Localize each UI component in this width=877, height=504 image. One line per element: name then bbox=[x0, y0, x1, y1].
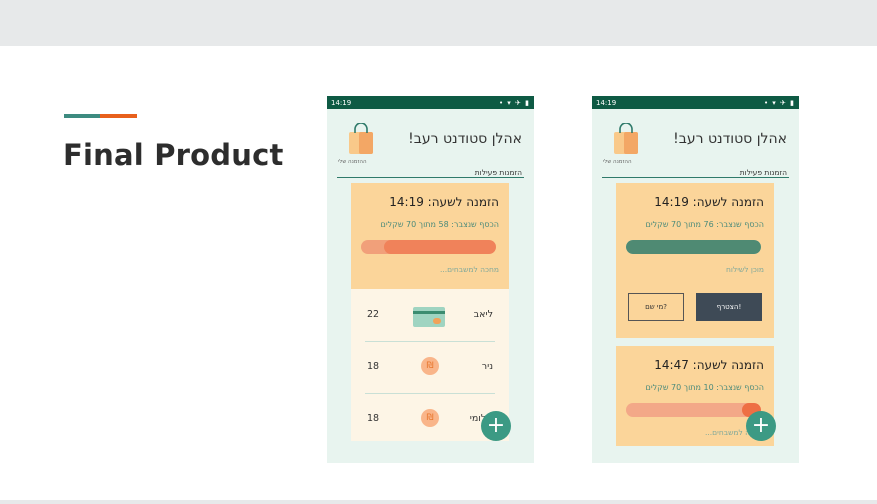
status-time: 14:19 bbox=[331, 98, 352, 107]
status-bar: 14:19 • ▾ ✈ ▮ bbox=[592, 96, 799, 109]
accent-orange-segment bbox=[100, 114, 137, 118]
tab-active-orders[interactable]: הזמנות פעילות bbox=[740, 168, 787, 177]
status-icons: • ▾ ✈ ▮ bbox=[498, 98, 530, 107]
add-order-button[interactable]: + bbox=[746, 411, 776, 441]
progress-bar bbox=[626, 403, 761, 417]
order-collected: הכסף שנצבר: 10 מתוך 70 שקלים bbox=[645, 383, 764, 392]
progress-fill bbox=[383, 240, 496, 254]
tab-underline bbox=[602, 177, 789, 178]
status-icons: • ▾ ✈ ▮ bbox=[763, 98, 795, 107]
slide-bottom-line bbox=[0, 500, 877, 504]
status-time: 14:19 bbox=[596, 98, 617, 107]
list-item[interactable]: ליאב 22 bbox=[351, 289, 509, 341]
order-collected: הכסף שנצבר: 76 מתוך 70 שקלים bbox=[645, 220, 764, 229]
phone-screen-ready: 14:19 • ▾ ✈ ▮ ההזמנה שלי אהלן סטודנט רעב… bbox=[592, 96, 799, 463]
who-is-there-button[interactable]: מי שם? bbox=[628, 293, 684, 321]
status-bar: 14:19 • ▾ ✈ ▮ bbox=[327, 96, 534, 109]
app-header: ההזמנה שלי אהלן סטודנט רעב! bbox=[327, 109, 534, 173]
credit-card-icon bbox=[413, 307, 445, 327]
slide-title: Final Product bbox=[63, 138, 284, 172]
phone-screen-waiting: 14:19 • ▾ ✈ ▮ ההזמנה שלי אהלן סטודנט רעב… bbox=[327, 96, 534, 463]
shopping-bag-icon[interactable] bbox=[610, 123, 642, 155]
order-collected: הכסף שנצבר: 58 מתוך 70 שקלים bbox=[380, 220, 499, 229]
coin-icon: ₪ bbox=[421, 409, 439, 427]
order-status: מחכה למשבחים... bbox=[440, 265, 499, 274]
greeting-title: אהלן סטודנט רעב! bbox=[673, 131, 787, 147]
participant-name: ניר bbox=[481, 361, 493, 372]
order-card[interactable]: הזמנה לשעה: 14:19 הכסף שנצבר: 58 מתוך 70… bbox=[351, 183, 509, 289]
progress-bar bbox=[626, 240, 761, 254]
tab-active-orders[interactable]: הזמנות פעילות bbox=[475, 168, 522, 177]
list-item[interactable]: ניר ₪ 18 bbox=[351, 341, 509, 393]
participant-amount: 18 bbox=[367, 361, 380, 372]
shopping-bag-icon[interactable] bbox=[345, 123, 377, 155]
join-button[interactable]: הצטרף! bbox=[696, 293, 762, 321]
app-header: ההזמנה שלי אהלן סטודנט רעב! bbox=[592, 109, 799, 173]
greeting-title: אהלן סטודנט רעב! bbox=[408, 131, 522, 147]
my-order-label: ההזמנה שלי bbox=[603, 159, 632, 165]
order-time: הזמנה לשעה: 14:47 bbox=[654, 358, 764, 372]
order-status: מוכן לשילוח bbox=[726, 265, 764, 274]
coin-icon: ₪ bbox=[421, 357, 439, 375]
my-order-label: ההזמנה שלי bbox=[338, 159, 367, 165]
slide-top-band bbox=[0, 0, 877, 46]
title-accent-line bbox=[64, 114, 137, 118]
order-time: הזמנה לשעה: 14:19 bbox=[654, 195, 764, 209]
participant-name: ליאב bbox=[473, 309, 493, 320]
progress-bar bbox=[361, 240, 496, 254]
participant-amount: 18 bbox=[367, 413, 380, 424]
progress-fill bbox=[626, 240, 761, 254]
tab-underline bbox=[337, 177, 524, 178]
order-time: הזמנה לשעה: 14:19 bbox=[389, 195, 499, 209]
accent-teal-segment bbox=[64, 114, 100, 118]
participant-amount: 22 bbox=[367, 309, 380, 320]
add-order-button[interactable]: + bbox=[481, 411, 511, 441]
